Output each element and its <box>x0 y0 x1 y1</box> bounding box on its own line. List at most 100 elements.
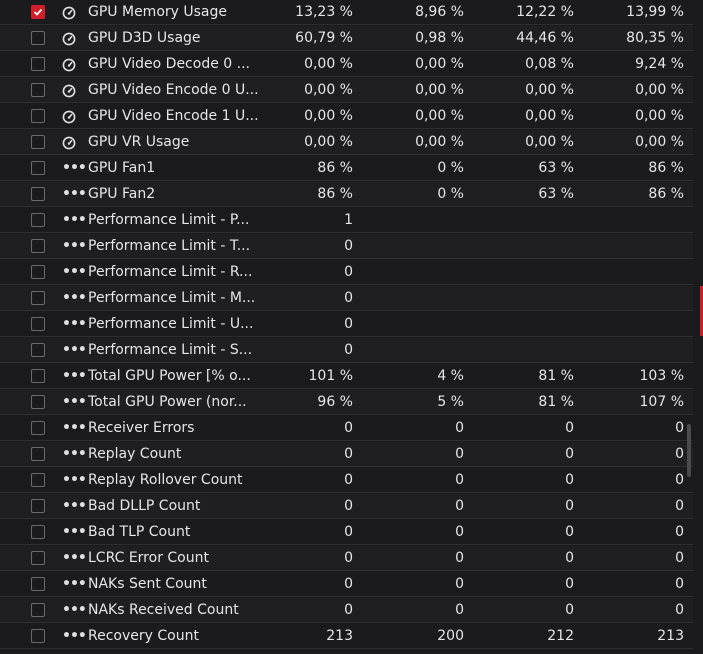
table-row[interactable]: ••• Replay Count 0 0 0 0 <box>0 442 693 467</box>
row-checkbox[interactable] <box>31 57 45 71</box>
row-checkbox[interactable] <box>31 109 45 123</box>
row-checkbox[interactable] <box>31 551 45 565</box>
more-icon: ••• <box>62 160 87 176</box>
sensor-name: Performance Limit - S... <box>88 342 253 358</box>
min-value: 0 % <box>437 186 464 202</box>
row-checkbox[interactable] <box>31 447 45 461</box>
current-value: 0,00 % <box>304 108 353 124</box>
row-checkbox[interactable] <box>31 343 45 357</box>
table-row[interactable]: ••• Performance Limit - P... 1 <box>0 208 693 233</box>
gauge-icon <box>62 5 76 20</box>
sensor-name: Performance Limit - R... <box>88 264 253 280</box>
sensor-name: GPU D3D Usage <box>88 30 201 46</box>
current-value: 0 <box>344 290 353 306</box>
sensor-name: Bad TLP Count <box>88 524 191 540</box>
current-value: 213 <box>326 628 353 644</box>
row-checkbox[interactable] <box>31 5 45 19</box>
inner-scrollbar-thumb[interactable] <box>687 424 691 477</box>
table-row[interactable]: GPU Memory Usage 13,23 % 8,96 % 12,22 % … <box>0 0 693 25</box>
table-row[interactable]: ••• NAKs Received Count 0 0 0 0 <box>0 598 693 623</box>
row-checkbox[interactable] <box>31 369 45 383</box>
row-checkbox[interactable] <box>31 525 45 539</box>
sensor-name: NAKs Received Count <box>88 602 239 618</box>
current-value: 101 % <box>308 368 353 384</box>
more-icon: ••• <box>62 602 87 618</box>
min-value: 0,00 % <box>415 134 464 150</box>
average-value: 0 <box>565 420 574 436</box>
table-row[interactable]: GPU Video Encode 0 U... 0,00 % 0,00 % 0,… <box>0 78 693 103</box>
current-value: 0 <box>344 498 353 514</box>
table-row[interactable]: ••• LCRC Error Count 0 0 0 0 <box>0 546 693 571</box>
row-checkbox[interactable] <box>31 421 45 435</box>
row-checkbox[interactable] <box>31 31 45 45</box>
row-checkbox[interactable] <box>31 603 45 617</box>
more-icon: ••• <box>62 446 87 462</box>
table-row[interactable]: ••• Performance Limit - R... 0 <box>0 260 693 285</box>
more-icon: ••• <box>62 290 87 306</box>
table-row[interactable]: ••• Receiver Errors 0 0 0 0 <box>0 416 693 441</box>
row-checkbox[interactable] <box>31 187 45 201</box>
row-checkbox[interactable] <box>31 161 45 175</box>
table-row[interactable]: ••• GPU Fan1 86 % 0 % 63 % 86 % <box>0 156 693 181</box>
max-value: 13,99 % <box>626 4 684 20</box>
table-row[interactable]: ••• Replay Rollover Count 0 0 0 0 <box>0 468 693 493</box>
row-checkbox[interactable] <box>31 317 45 331</box>
table-row[interactable]: ••• Total GPU Power [% o... 101 % 4 % 81… <box>0 364 693 389</box>
table-row[interactable]: ••• Performance Limit - S... 0 <box>0 338 693 363</box>
table-row[interactable]: ••• Performance Limit - T... 0 <box>0 234 693 259</box>
scrollbar-track[interactable] <box>693 0 703 654</box>
current-value: 0 <box>344 524 353 540</box>
max-value: 0 <box>675 420 684 436</box>
table-row[interactable]: GPU D3D Usage 60,79 % 0,98 % 44,46 % 80,… <box>0 26 693 51</box>
max-value: 103 % <box>639 368 684 384</box>
row-checkbox[interactable] <box>31 577 45 591</box>
more-icon: ••• <box>62 316 87 332</box>
row-checkbox[interactable] <box>31 395 45 409</box>
sensor-name: Replay Rollover Count <box>88 472 243 488</box>
row-checkbox[interactable] <box>31 265 45 279</box>
table-row[interactable]: ••• Recovery Count 213 200 212 213 <box>0 624 693 649</box>
gauge-icon <box>62 57 76 72</box>
min-value: 0 <box>455 602 464 618</box>
min-value: 0 <box>455 498 464 514</box>
row-checkbox[interactable] <box>31 473 45 487</box>
min-value: 0,00 % <box>415 56 464 72</box>
table-row[interactable]: ••• GPU Fan2 86 % 0 % 63 % 86 % <box>0 182 693 207</box>
table-row[interactable]: ••• NAKs Sent Count 0 0 0 0 <box>0 572 693 597</box>
table-row[interactable]: ••• Performance Limit - M... 0 <box>0 286 693 311</box>
row-checkbox[interactable] <box>31 239 45 253</box>
sensor-table: GPU Memory Usage 13,23 % 8,96 % 12,22 % … <box>0 0 703 654</box>
table-row[interactable]: ••• Total GPU Power (nor... 96 % 5 % 81 … <box>0 390 693 415</box>
average-value: 81 % <box>538 394 574 410</box>
min-value: 0 <box>455 472 464 488</box>
average-value: 63 % <box>538 186 574 202</box>
current-value: 60,79 % <box>295 30 353 46</box>
sensor-name: LCRC Error Count <box>88 550 209 566</box>
current-value: 0 <box>344 602 353 618</box>
table-row[interactable]: GPU VR Usage 0,00 % 0,00 % 0,00 % 0,00 % <box>0 130 693 155</box>
min-value: 0 <box>455 576 464 592</box>
row-checkbox[interactable] <box>31 291 45 305</box>
current-value: 0 <box>344 550 353 566</box>
current-value: 0,00 % <box>304 82 353 98</box>
average-value: 0 <box>565 524 574 540</box>
row-checkbox[interactable] <box>31 135 45 149</box>
max-value: 0,00 % <box>635 82 684 98</box>
row-checkbox[interactable] <box>31 629 45 643</box>
more-icon: ••• <box>62 394 87 410</box>
table-row[interactable]: GPU Video Decode 0 ... 0,00 % 0,00 % 0,0… <box>0 52 693 77</box>
row-checkbox[interactable] <box>31 83 45 97</box>
more-icon: ••• <box>62 498 87 514</box>
table-row[interactable]: ••• Performance Limit - U... 0 <box>0 312 693 337</box>
table-row[interactable]: GPU Video Encode 1 U... 0,00 % 0,00 % 0,… <box>0 104 693 129</box>
table-row[interactable]: ••• Bad DLLP Count 0 0 0 0 <box>0 494 693 519</box>
sensor-name: Recovery Count <box>88 628 199 644</box>
table-row[interactable]: ••• Bad TLP Count 0 0 0 0 <box>0 520 693 545</box>
sensor-name: Total GPU Power (nor... <box>88 394 247 410</box>
max-value: 86 % <box>648 186 684 202</box>
average-value: 212 <box>547 628 574 644</box>
row-checkbox[interactable] <box>31 499 45 513</box>
row-checkbox[interactable] <box>31 213 45 227</box>
sensor-name: Performance Limit - U... <box>88 316 254 332</box>
average-value: 44,46 % <box>516 30 574 46</box>
